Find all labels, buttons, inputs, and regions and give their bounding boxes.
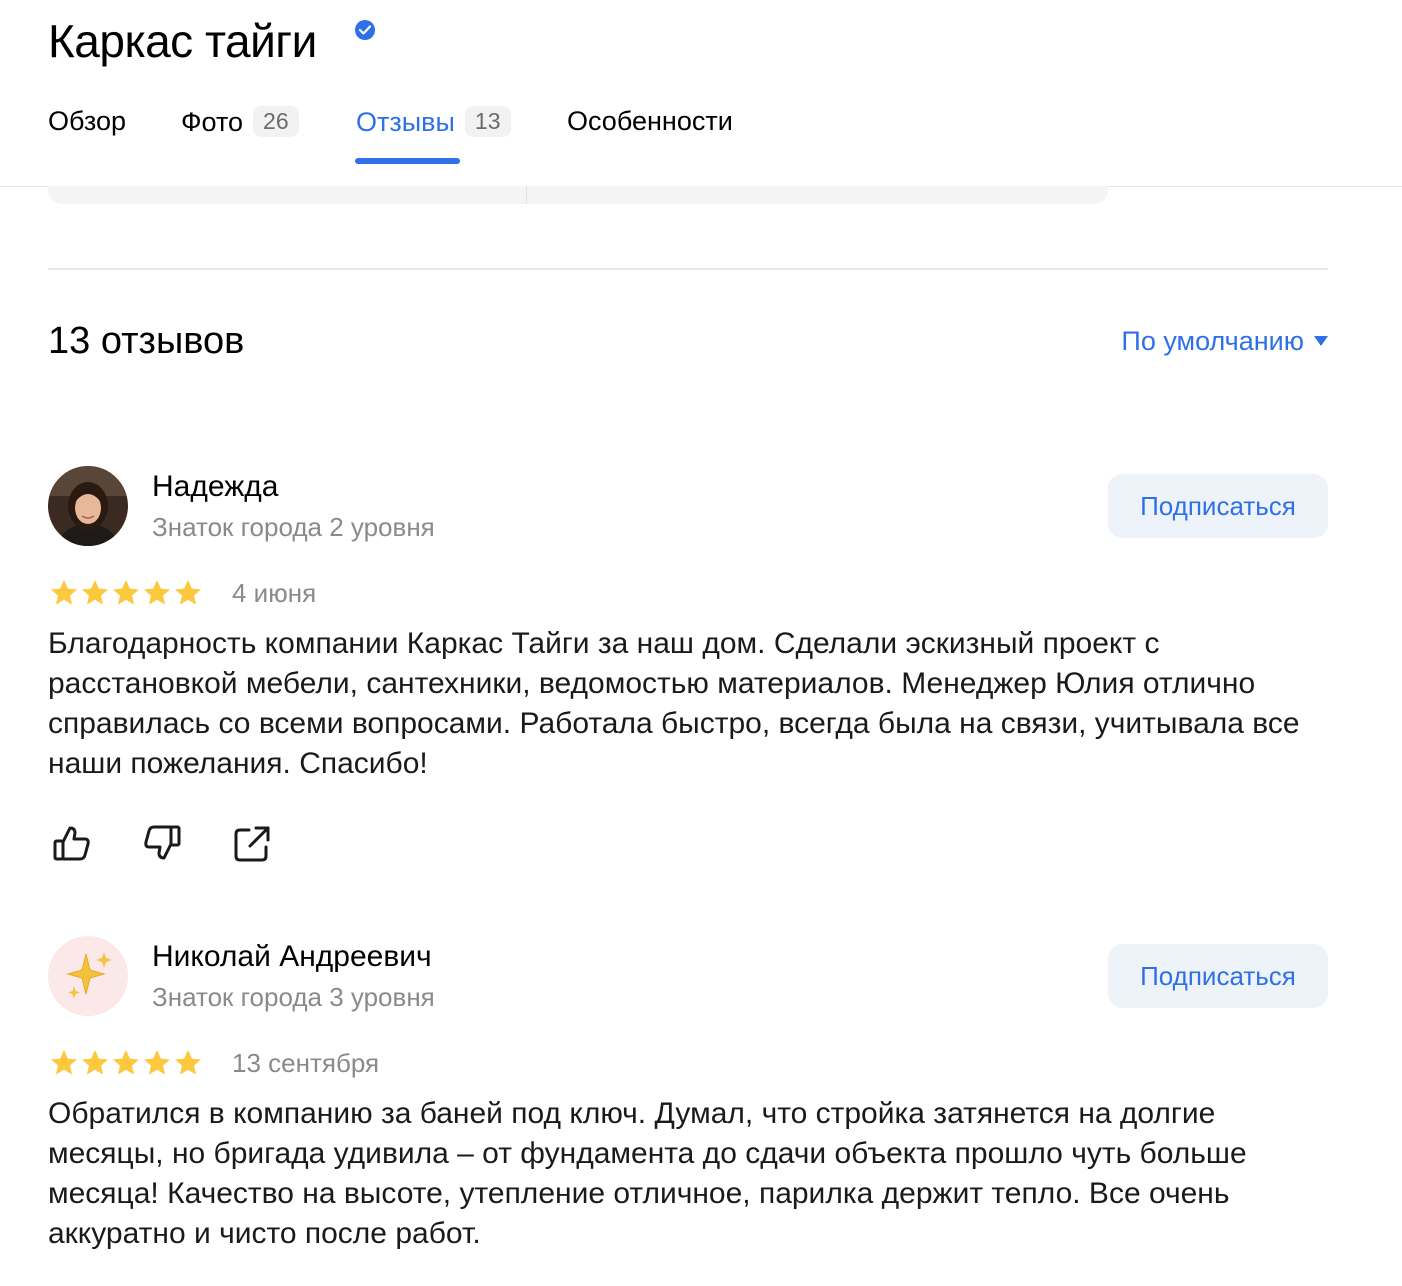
rating-stars (48, 578, 208, 608)
tab-overview[interactable]: Обзор (48, 106, 126, 137)
tab-reviews-label: Отзывы (356, 107, 455, 137)
rating-stars (48, 1048, 208, 1078)
thumbs-up-icon[interactable] (50, 822, 94, 866)
active-tab-indicator (355, 158, 460, 164)
star-icon (82, 580, 108, 605)
share-icon[interactable] (230, 822, 274, 866)
star-icon (51, 580, 77, 605)
section-divider (48, 268, 1328, 270)
card-divider (526, 186, 527, 204)
author-level: Знаток города 2 уровня (152, 512, 435, 542)
review-text: Обратился в компанию за баней под ключ. … (48, 1097, 1247, 1250)
reviews-count-title: 13 отзывов (48, 320, 245, 362)
tab-features[interactable]: Особенности (567, 106, 733, 137)
tab-photos-count: 26 (253, 106, 299, 137)
subscribe-button[interactable]: Подписаться (1108, 474, 1328, 538)
page-header: Каркас тайги Обзор Фото 26 Отзывы 13 Особе… (0, 0, 1402, 187)
scrolled-card-bottom (48, 186, 1108, 204)
tab-photos-label: Фото (181, 107, 244, 137)
page-title: Каркас тайги (48, 15, 317, 67)
sort-label: По умолчанию (1121, 326, 1304, 356)
caret-down-icon (1314, 336, 1328, 346)
avatar[interactable] (48, 936, 128, 1016)
author-name[interactable]: Надежда (152, 470, 278, 504)
star-icon (51, 1050, 77, 1075)
star-icon (144, 1050, 170, 1075)
tab-photos[interactable]: Фото 26 (181, 106, 299, 138)
subscribe-button[interactable]: Подписаться (1108, 944, 1328, 1008)
star-icon (175, 580, 201, 605)
star-icon (175, 1050, 201, 1075)
review-date: 4 июня (232, 578, 317, 608)
author-name[interactable]: Николай Андреевич (152, 940, 432, 974)
avatar[interactable] (48, 466, 128, 546)
star-icon (113, 1050, 139, 1075)
tab-reviews[interactable]: Отзывы 13 (356, 106, 511, 138)
star-icon (82, 1050, 108, 1075)
thumbs-down-icon[interactable] (140, 822, 184, 866)
sort-dropdown[interactable]: По умолчанию (1121, 326, 1328, 357)
author-level: Знаток города 3 уровня (152, 982, 435, 1012)
tab-features-label: Особенности (567, 106, 733, 136)
verified-badge-icon (355, 20, 375, 40)
tab-overview-label: Обзор (48, 106, 126, 136)
review-text: Благодарность компании Каркас Тайги за н… (48, 627, 1300, 780)
star-icon (113, 580, 139, 605)
review-date: 13 сентября (232, 1048, 380, 1078)
star-icon (144, 580, 170, 605)
tab-reviews-count: 13 (464, 106, 511, 137)
